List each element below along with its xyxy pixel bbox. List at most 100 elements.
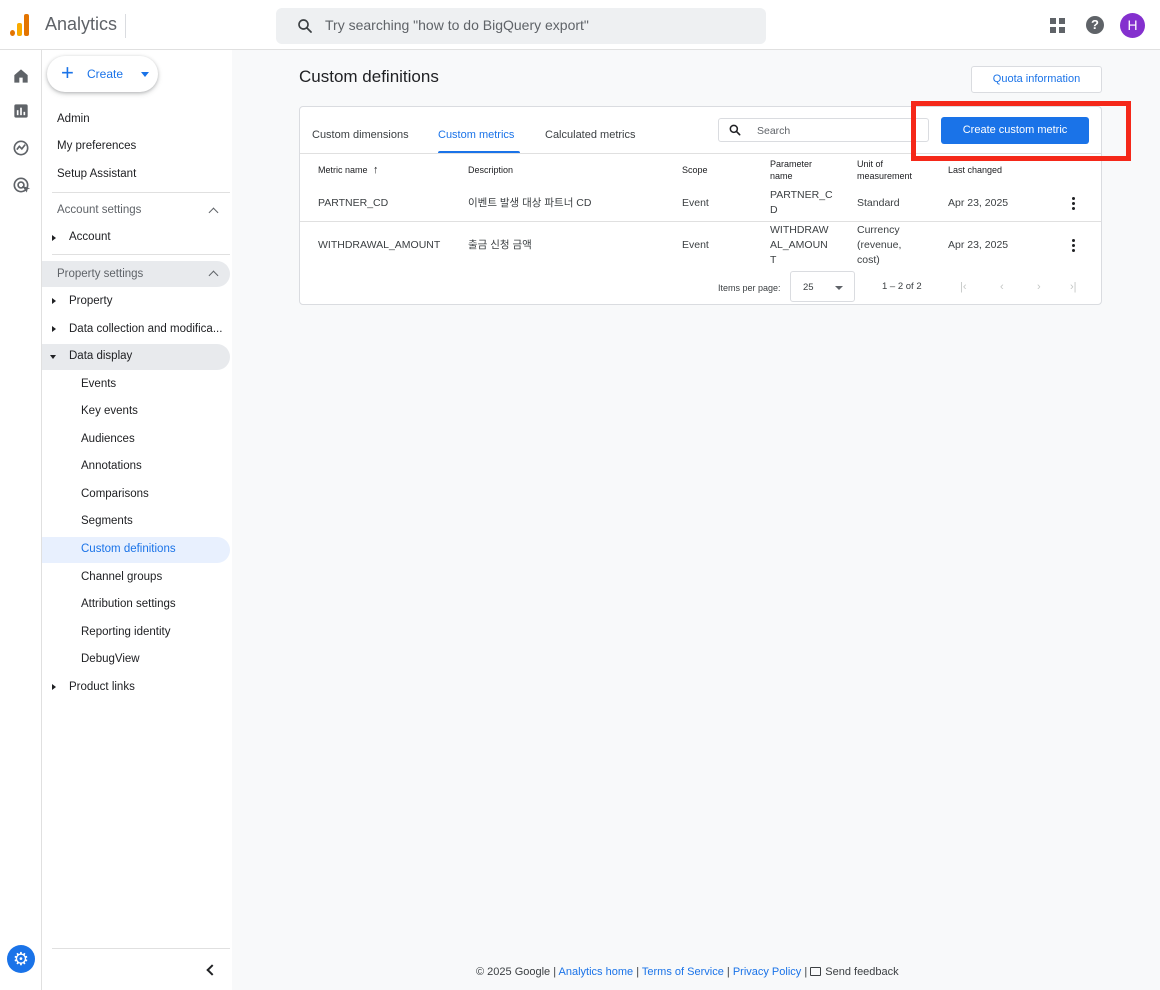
previous-page-icon[interactable]: ‹: [1000, 281, 1004, 293]
sidebar-item-channel-groups[interactable]: Channel groups: [81, 571, 162, 583]
expand-arrow-icon[interactable]: [52, 298, 56, 304]
column-header-metric-name[interactable]: Metric name ↑: [318, 164, 379, 176]
cell-unit: Standard: [857, 197, 900, 209]
create-label: Create: [87, 67, 124, 81]
help-icon[interactable]: ?: [1082, 12, 1108, 38]
sidebar-item-key-events[interactable]: Key events: [81, 405, 138, 417]
account-settings-header[interactable]: Account settings: [57, 204, 141, 216]
quota-information-button[interactable]: Quota information: [971, 66, 1102, 93]
column-header-last-changed: Last changed: [948, 165, 1003, 175]
column-header-label: Metric name: [318, 165, 368, 175]
sidebar-item-annotations[interactable]: Annotations: [81, 460, 142, 472]
first-page-icon[interactable]: |‹: [960, 281, 967, 293]
tab-custom-metrics[interactable]: Custom metrics: [438, 129, 514, 141]
sidebar-item-events[interactable]: Events: [81, 378, 116, 390]
advertising-icon[interactable]: [11, 175, 31, 195]
sidebar-item-account[interactable]: Account: [69, 231, 111, 243]
last-page-icon[interactable]: ›|: [1070, 281, 1077, 293]
tab-calculated-metrics[interactable]: Calculated metrics: [545, 129, 635, 141]
chevron-down-icon: [835, 286, 843, 290]
items-per-page-select[interactable]: 25: [790, 271, 855, 302]
home-icon[interactable]: [11, 66, 31, 86]
items-per-page-label: Items per page:: [718, 283, 781, 293]
cell-last-changed: Apr 23, 2025: [948, 197, 1009, 209]
sidebar-item-custom-definitions[interactable]: Custom definitions: [81, 543, 176, 555]
footer-separator: |: [804, 966, 808, 978]
sidebar-item-setup-assistant[interactable]: Setup Assistant: [57, 168, 136, 180]
expand-arrow-icon[interactable]: [52, 326, 56, 332]
sidebar-item-segments[interactable]: Segments: [81, 515, 133, 527]
footer: © 2025 Google | Analytics home | Terms o…: [476, 966, 899, 978]
pagination-range: 1 – 2 of 2: [882, 281, 922, 292]
sidebar-item-data-display[interactable]: Data display: [69, 350, 132, 362]
sidebar-item-admin[interactable]: Admin: [57, 113, 90, 125]
column-header-parameter-name: Parameter name: [770, 158, 812, 182]
cell-parameter-name: PARTNER_C D: [770, 188, 833, 218]
sidebar-item-debugview[interactable]: DebugView: [81, 653, 140, 665]
cell-line: AL_AMOUN: [770, 239, 828, 251]
send-feedback-link[interactable]: Send feedback: [810, 966, 899, 978]
footer-separator: |: [726, 966, 730, 978]
more-vert-icon[interactable]: [1072, 239, 1075, 254]
apps-grid-icon[interactable]: [1044, 12, 1070, 38]
cell-metric-name[interactable]: PARTNER_CD: [318, 196, 388, 211]
footer-link-privacy[interactable]: Privacy Policy: [733, 966, 801, 978]
create-button[interactable]: + Create: [47, 56, 158, 92]
cell-unit: Currency (revenue, cost): [857, 223, 901, 268]
more-vert-icon[interactable]: [1072, 197, 1075, 212]
search-placeholder: Try searching "how to do BigQuery export…: [325, 17, 589, 33]
divider: [52, 254, 230, 255]
sidebar-item-product-links[interactable]: Product links: [69, 681, 135, 693]
app-title[interactable]: Analytics: [45, 14, 117, 35]
items-per-page-value: 25: [803, 282, 814, 293]
header-line: name: [770, 171, 793, 181]
sidebar-item-property[interactable]: Property: [69, 295, 112, 307]
sidebar-item-comparisons[interactable]: Comparisons: [81, 488, 149, 500]
cell-metric-name[interactable]: WITHDRAWAL_AMOUNT: [318, 238, 440, 253]
footer-copyright: © 2025 Google |: [476, 966, 557, 978]
cell-scope: Event: [682, 239, 709, 251]
tab-custom-dimensions[interactable]: Custom dimensions: [312, 129, 409, 141]
main-content: Custom definitions Quota information Cus…: [232, 50, 1160, 990]
global-search-bar[interactable]: Try searching "how to do BigQuery export…: [276, 8, 766, 44]
column-header-scope: Scope: [682, 165, 708, 175]
sidebar-item-my-preferences[interactable]: My preferences: [57, 140, 136, 152]
cell-description: 이벤트 발생 대상 파트너 CD: [468, 197, 592, 209]
cell-line: WITHDRAW: [770, 224, 829, 236]
explore-icon[interactable]: [11, 138, 31, 158]
sidebar-item-data-collection[interactable]: Data collection and modifica...: [69, 323, 222, 335]
cell-description: 출금 신청 금액: [468, 239, 532, 251]
chevron-up-icon[interactable]: [208, 207, 219, 218]
row-divider: [300, 221, 1101, 222]
table-search-input[interactable]: Search: [718, 118, 929, 142]
cell-line: T: [770, 254, 777, 266]
sort-ascending-icon[interactable]: ↑: [373, 164, 379, 176]
sidebar-item-audiences[interactable]: Audiences: [81, 433, 135, 445]
analytics-logo-icon[interactable]: [10, 14, 32, 36]
sidebar-item-reporting-identity[interactable]: Reporting identity: [81, 626, 171, 638]
cell-parameter-name: WITHDRAW AL_AMOUN T: [770, 223, 829, 268]
next-page-icon[interactable]: ›: [1037, 281, 1041, 293]
column-header-description: Description: [468, 165, 514, 175]
cell-line: (revenue,: [857, 239, 902, 251]
admin-gear-icon[interactable]: ⚙: [7, 945, 35, 973]
feedback-icon: [810, 967, 822, 976]
expand-arrow-icon[interactable]: [52, 684, 56, 690]
account-avatar[interactable]: H: [1120, 12, 1145, 38]
search-placeholder: Search: [757, 125, 791, 137]
footer-link-analytics-home[interactable]: Analytics home: [559, 966, 634, 978]
property-settings-header[interactable]: Property settings: [57, 268, 143, 280]
cell-line: D: [770, 204, 778, 216]
top-app-bar: Analytics Try searching "how to do BigQu…: [0, 0, 1160, 50]
reports-icon[interactable]: [11, 101, 31, 121]
footer-link-terms[interactable]: Terms of Service: [642, 966, 724, 978]
search-icon: [729, 124, 741, 136]
sidebar-item-attribution-settings[interactable]: Attribution settings: [81, 598, 176, 610]
expand-arrow-icon[interactable]: [52, 235, 56, 241]
header-line: measurement: [857, 171, 913, 181]
left-nav-rail: ⚙: [0, 50, 42, 990]
collapse-sidebar-icon[interactable]: [206, 964, 218, 976]
collapse-arrow-icon[interactable]: [50, 355, 56, 359]
header-line: Parameter: [770, 159, 813, 169]
cell-line: PARTNER_C: [770, 189, 833, 201]
